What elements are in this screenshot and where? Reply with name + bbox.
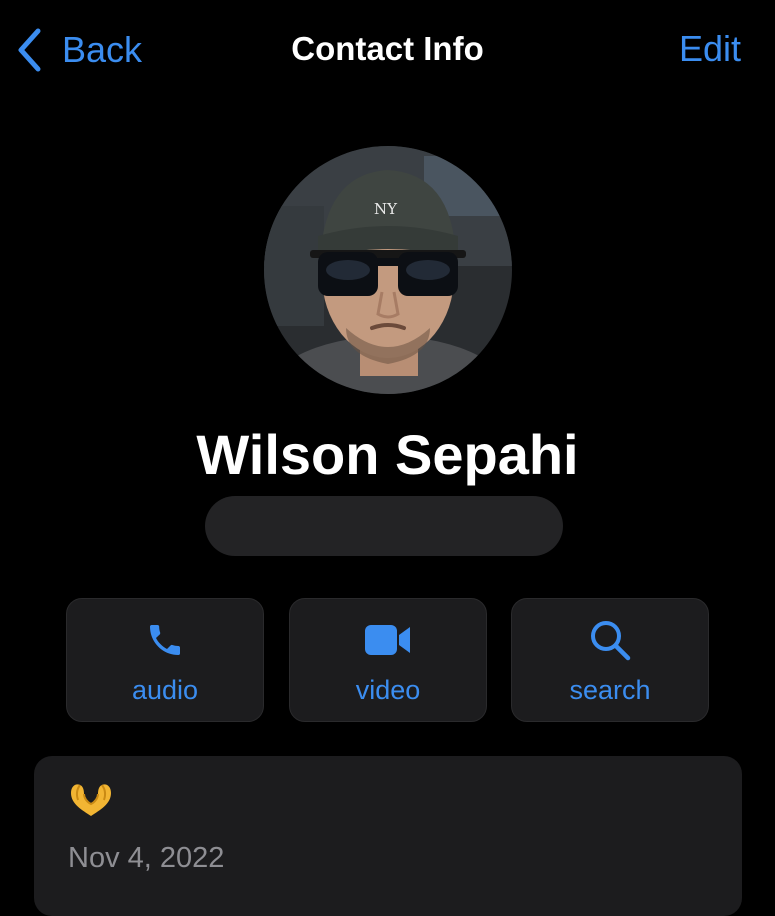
avatar[interactable]: NY: [264, 146, 512, 394]
phone-icon: [67, 619, 263, 661]
heart-hands-emoji-icon: [68, 780, 114, 820]
audio-call-button[interactable]: audio: [66, 598, 264, 722]
about-card: Nov 4, 2022: [34, 756, 742, 916]
edit-button[interactable]: Edit: [679, 28, 741, 70]
about-date: Nov 4, 2022: [68, 842, 225, 874]
search-button[interactable]: search: [511, 598, 709, 722]
contact-name: Wilson Sepahi: [196, 423, 579, 486]
search-label: search: [569, 675, 651, 705]
video-label: video: [355, 675, 421, 705]
navigation-bar: Back Contact Info Edit: [0, 0, 775, 100]
magnifier-icon: [512, 619, 708, 661]
svg-text:NY: NY: [374, 200, 398, 218]
redacted-phone-number: [205, 496, 563, 556]
video-call-button[interactable]: video: [289, 598, 487, 722]
page-title: Contact Info: [291, 30, 484, 67]
audio-label: audio: [131, 675, 199, 705]
video-camera-icon: [290, 619, 486, 661]
